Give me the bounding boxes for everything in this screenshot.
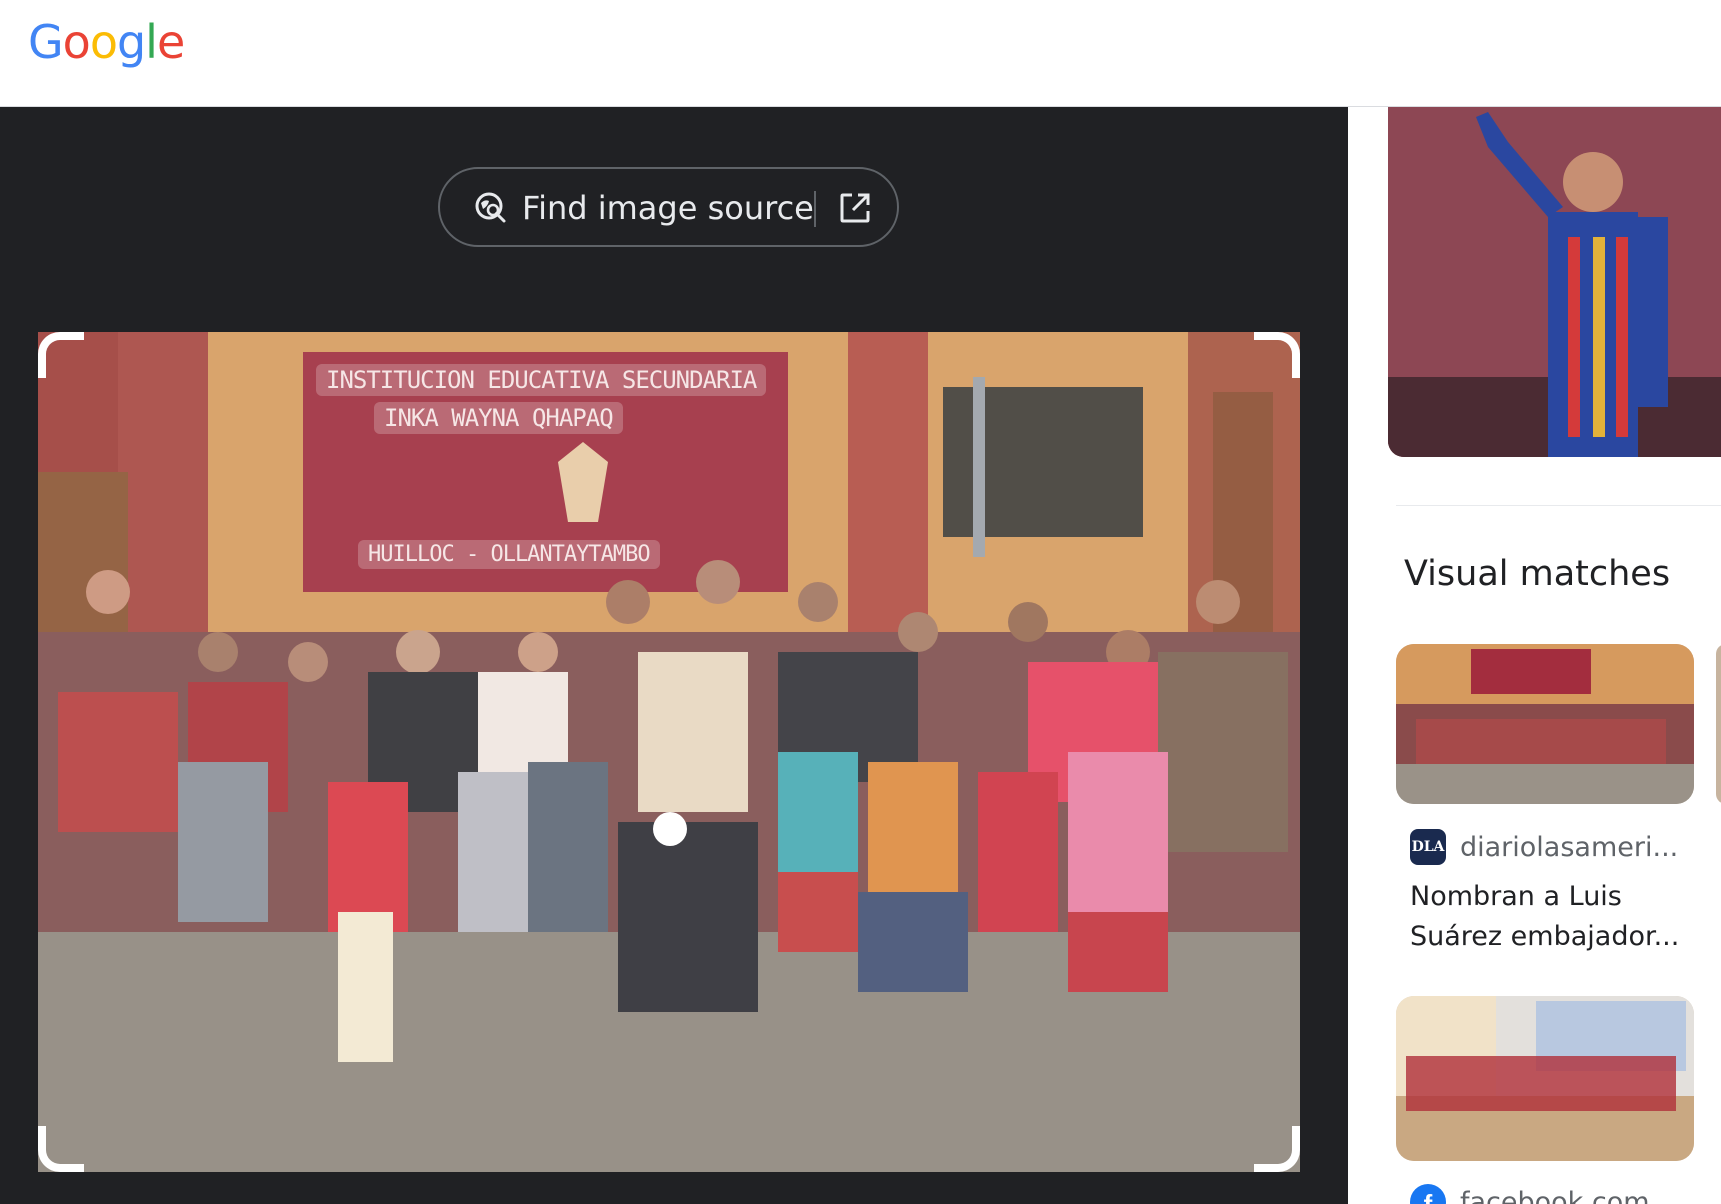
header-bar: Google <box>0 0 1721 107</box>
result-source-name: diariolasameri... <box>1460 831 1679 863</box>
crop-handle-bottom-left[interactable] <box>38 1126 84 1172</box>
result-source-row[interactable]: DLA diariolasameri... <box>1410 827 1678 867</box>
result-source-row[interactable]: f facebook.com <box>1410 1182 1650 1204</box>
find-image-source-label: Find image source <box>522 189 814 227</box>
result-title-link[interactable]: Nombran a Luis Suárez embajador... <box>1410 877 1700 957</box>
google-logo[interactable]: Google <box>28 14 185 70</box>
group-photo-image <box>38 332 1300 1172</box>
previous-result-thumbnail[interactable] <box>1388 107 1721 457</box>
crop-handle-bottom-right[interactable] <box>1254 1126 1300 1172</box>
results-panel: Visual matches DLA diariolasameri... Nom… <box>1348 107 1721 1204</box>
children-dance-thumbnail <box>1396 996 1694 1161</box>
lens-search-icon <box>475 192 506 223</box>
logo-letter: o <box>89 15 118 69</box>
button-divider <box>814 191 816 227</box>
section-divider <box>1396 505 1721 506</box>
selection-center-dot[interactable] <box>653 812 687 846</box>
logo-letter: l <box>145 15 158 69</box>
result-thumbnail[interactable] <box>1396 644 1694 804</box>
crop-handle-top-left[interactable] <box>38 332 84 378</box>
selected-image-crop-area[interactable]: INSTITUCION EDUCATIVA SECUNDARIA INKA WA… <box>38 332 1300 1172</box>
logo-letter: g <box>116 15 146 69</box>
banner-text-line3: HUILLOC - OLLANTAYTAMBO <box>358 540 660 569</box>
open-in-new-icon[interactable] <box>836 189 874 227</box>
dla-site-icon: DLA <box>1410 829 1446 865</box>
image-viewer-panel: Find image source INSTITUCION EDUCATIVA … <box>0 107 1348 1204</box>
banner-text-line1: INSTITUCION EDUCATIVA SECUNDARIA <box>316 364 767 396</box>
result-source-name: facebook.com <box>1460 1186 1650 1204</box>
facebook-icon: f <box>1410 1184 1446 1204</box>
next-result-peek[interactable] <box>1716 644 1721 804</box>
result-title-line: Suárez embajador... <box>1410 921 1680 952</box>
crop-handle-top-right[interactable] <box>1254 332 1300 378</box>
football-player-image <box>1388 107 1721 457</box>
result-title-line: Nombran a Luis <box>1410 881 1622 912</box>
logo-letter: e <box>156 15 185 69</box>
result-thumbnail[interactable] <box>1396 996 1694 1161</box>
find-image-source-button[interactable]: Find image source <box>438 167 899 247</box>
logo-letter: o <box>62 15 91 69</box>
group-photo-thumbnail <box>1396 644 1694 804</box>
logo-letter: G <box>28 15 64 69</box>
banner-text-line2: INKA WAYNA QHAPAQ <box>374 402 623 434</box>
visual-matches-title: Visual matches <box>1404 554 1671 594</box>
